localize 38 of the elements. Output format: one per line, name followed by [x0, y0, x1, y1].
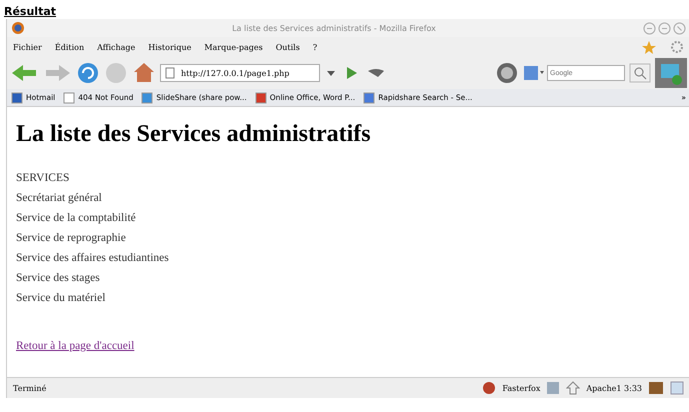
- server-status[interactable]: Apache1 3:33: [586, 384, 642, 392]
- menu-item[interactable]: Historique: [148, 42, 192, 52]
- bookmark-icon: [63, 92, 76, 104]
- service-item: Service de la comptabilité: [16, 211, 137, 226]
- gear-icon[interactable]: [670, 40, 684, 54]
- service-item: Service des affaires estudiantines: [16, 251, 170, 266]
- service-item: Service des stages: [16, 271, 101, 286]
- service-item: Secrétariat général: [16, 191, 103, 206]
- up-arrow-icon[interactable]: [566, 381, 580, 395]
- page-heading: La liste des Services administratifs: [16, 121, 372, 148]
- list-title: SERVICES: [16, 171, 70, 186]
- bookmark-icon: [11, 92, 23, 104]
- menu-item[interactable]: Outils: [276, 42, 300, 52]
- home-link[interactable]: Retour à la page d'accueil: [16, 340, 134, 352]
- home-icon[interactable]: [132, 61, 156, 85]
- service-item: Service du matériel: [16, 291, 106, 306]
- forward-arrow-icon[interactable]: [44, 62, 72, 84]
- page-caption: Résultat: [3, 5, 56, 18]
- menu-item[interactable]: Affichage: [97, 42, 136, 52]
- bookmark-icon: [141, 92, 154, 104]
- close-icon[interactable]: [673, 22, 686, 34]
- addon-label[interactable]: Fasterfox: [502, 384, 540, 392]
- menu-item[interactable]: Fichier: [13, 42, 42, 52]
- bookmark-icon: [254, 92, 267, 104]
- bookmark-icon: [363, 92, 376, 104]
- status-text: Terminé: [13, 384, 46, 392]
- menu-item[interactable]: Édition: [54, 42, 84, 52]
- reload-icon[interactable]: [76, 61, 100, 85]
- menu-item[interactable]: Marque-pages: [204, 42, 263, 52]
- star-icon[interactable]: [641, 40, 657, 54]
- address-field[interactable]: http://127.0.0.1/page1.php: [160, 64, 320, 82]
- minimize-icon[interactable]: [643, 22, 656, 34]
- service-item: Service de reprographie: [16, 231, 127, 246]
- maximize-icon[interactable]: [658, 22, 671, 34]
- window-title: La liste des Services administratifs - Mozilla Firefox: [231, 24, 437, 32]
- search-icon[interactable]: [629, 63, 651, 83]
- menu-item[interactable]: ?: [312, 42, 318, 52]
- search-engine-icon[interactable]: [523, 65, 545, 81]
